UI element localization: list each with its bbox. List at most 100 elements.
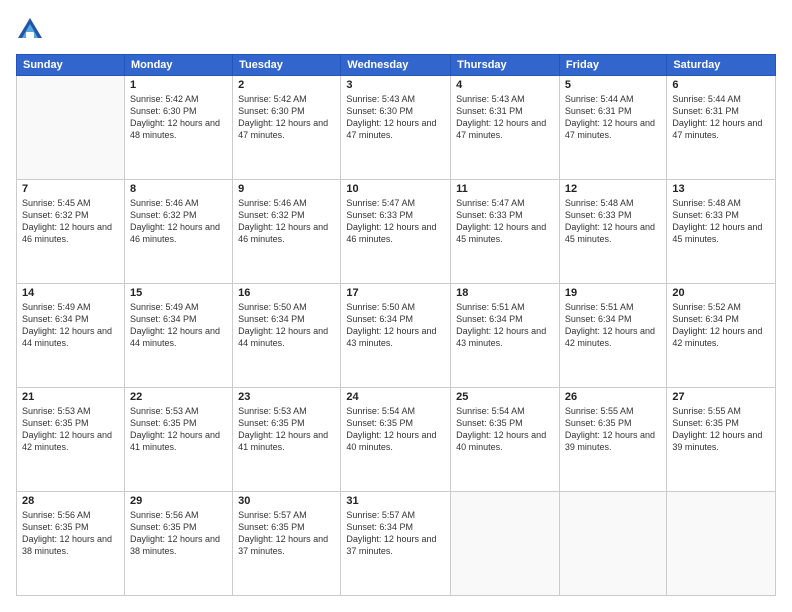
week-row-2: 14 Sunrise: 5:49 AMSunset: 6:34 PMDayligh… <box>17 284 776 388</box>
day-info: Sunrise: 5:47 AMSunset: 6:33 PMDaylight:… <box>456 197 554 246</box>
day-info: Sunrise: 5:57 AMSunset: 6:35 PMDaylight:… <box>238 509 335 558</box>
day-number: 1 <box>130 79 227 91</box>
day-header-wednesday: Wednesday <box>341 55 451 76</box>
day-number: 2 <box>238 79 335 91</box>
day-info: Sunrise: 5:55 AMSunset: 6:35 PMDaylight:… <box>565 405 661 454</box>
day-cell: 7 Sunrise: 5:45 AMSunset: 6:32 PMDaylight… <box>17 180 125 284</box>
day-number: 20 <box>672 287 770 299</box>
day-cell: 12 Sunrise: 5:48 AMSunset: 6:33 PMDayligh… <box>559 180 666 284</box>
day-cell <box>559 492 666 596</box>
day-cell: 5Sunrise: 5:44 AMSunset: 6:31 PMDaylight… <box>559 76 666 180</box>
day-cell: 2Sunrise: 5:42 AMSunset: 6:30 PMDaylight… <box>233 76 341 180</box>
day-cell: 30 Sunrise: 5:57 AMSunset: 6:35 PMDayligh… <box>233 492 341 596</box>
day-cell: 13 Sunrise: 5:48 AMSunset: 6:33 PMDayligh… <box>667 180 776 284</box>
day-cell: 10 Sunrise: 5:47 AMSunset: 6:33 PMDayligh… <box>341 180 451 284</box>
day-cell: 20 Sunrise: 5:52 AMSunset: 6:34 PMDayligh… <box>667 284 776 388</box>
day-number: 22 <box>130 391 227 403</box>
week-row-1: 7 Sunrise: 5:45 AMSunset: 6:32 PMDaylight… <box>17 180 776 284</box>
day-number: 30 <box>238 495 335 507</box>
day-info: Sunrise: 5:56 AMSunset: 6:35 PMDaylight:… <box>130 509 227 558</box>
day-number: 6 <box>672 79 770 91</box>
day-cell: 18 Sunrise: 5:51 AMSunset: 6:34 PMDayligh… <box>451 284 560 388</box>
day-info: Sunrise: 5:44 AMSunset: 6:31 PMDaylight:… <box>565 93 661 142</box>
day-cell: 1 Sunrise: 5:42 AMSunset: 6:30 PMDaylight… <box>124 76 232 180</box>
day-info: Sunrise: 5:43 AMSunset: 6:31 PMDaylight:… <box>456 93 554 142</box>
day-number: 23 <box>238 391 335 403</box>
day-number: 17 <box>346 287 445 299</box>
day-info: Sunrise: 5:54 AMSunset: 6:35 PMDaylight:… <box>456 405 554 454</box>
day-cell: 31Sunrise: 5:57 AMSunset: 6:34 PMDayligh… <box>341 492 451 596</box>
day-info: Sunrise: 5:54 AMSunset: 6:35 PMDaylight:… <box>346 405 445 454</box>
day-info: Sunrise: 5:53 AMSunset: 6:35 PMDaylight:… <box>22 405 119 454</box>
day-info: Sunrise: 5:52 AMSunset: 6:34 PMDaylight:… <box>672 301 770 350</box>
day-cell: 14 Sunrise: 5:49 AMSunset: 6:34 PMDayligh… <box>17 284 125 388</box>
day-number: 28 <box>22 495 119 507</box>
day-cell: 17 Sunrise: 5:50 AMSunset: 6:34 PMDayligh… <box>341 284 451 388</box>
day-cell: 28 Sunrise: 5:56 AMSunset: 6:35 PMDayligh… <box>17 492 125 596</box>
day-number: 7 <box>22 183 119 195</box>
day-info: Sunrise: 5:53 AMSunset: 6:35 PMDaylight:… <box>130 405 227 454</box>
day-number: 12 <box>565 183 661 195</box>
day-cell <box>17 76 125 180</box>
day-number: 15 <box>130 287 227 299</box>
page: SundayMondayTuesdayWednesdayThursdayFrid… <box>0 0 792 612</box>
day-cell: 15 Sunrise: 5:49 AMSunset: 6:34 PMDayligh… <box>124 284 232 388</box>
day-number: 27 <box>672 391 770 403</box>
day-cell <box>667 492 776 596</box>
day-cell: 9 Sunrise: 5:46 AMSunset: 6:32 PMDaylight… <box>233 180 341 284</box>
day-info: Sunrise: 5:46 AMSunset: 6:32 PMDaylight:… <box>238 197 335 246</box>
day-header-thursday: Thursday <box>451 55 560 76</box>
logo <box>16 16 48 44</box>
day-cell: 25 Sunrise: 5:54 AMSunset: 6:35 PMDayligh… <box>451 388 560 492</box>
day-info: Sunrise: 5:48 AMSunset: 6:33 PMDaylight:… <box>565 197 661 246</box>
day-number: 18 <box>456 287 554 299</box>
day-info: Sunrise: 5:51 AMSunset: 6:34 PMDaylight:… <box>565 301 661 350</box>
day-info: Sunrise: 5:47 AMSunset: 6:33 PMDaylight:… <box>346 197 445 246</box>
day-info: Sunrise: 5:43 AMSunset: 6:30 PMDaylight:… <box>346 93 445 142</box>
week-row-0: 1 Sunrise: 5:42 AMSunset: 6:30 PMDaylight… <box>17 76 776 180</box>
day-cell: 26 Sunrise: 5:55 AMSunset: 6:35 PMDayligh… <box>559 388 666 492</box>
day-cell: 22 Sunrise: 5:53 AMSunset: 6:35 PMDayligh… <box>124 388 232 492</box>
header <box>16 16 776 44</box>
day-number: 25 <box>456 391 554 403</box>
day-cell: 16 Sunrise: 5:50 AMSunset: 6:34 PMDayligh… <box>233 284 341 388</box>
day-cell: 6Sunrise: 5:44 AMSunset: 6:31 PMDaylight… <box>667 76 776 180</box>
day-info: Sunrise: 5:49 AMSunset: 6:34 PMDaylight:… <box>130 301 227 350</box>
day-header-saturday: Saturday <box>667 55 776 76</box>
day-info: Sunrise: 5:50 AMSunset: 6:34 PMDaylight:… <box>346 301 445 350</box>
day-header-monday: Monday <box>124 55 232 76</box>
day-info: Sunrise: 5:55 AMSunset: 6:35 PMDaylight:… <box>672 405 770 454</box>
day-info: Sunrise: 5:51 AMSunset: 6:34 PMDaylight:… <box>456 301 554 350</box>
day-info: Sunrise: 5:45 AMSunset: 6:32 PMDaylight:… <box>22 197 119 246</box>
day-number: 26 <box>565 391 661 403</box>
day-number: 21 <box>22 391 119 403</box>
day-info: Sunrise: 5:50 AMSunset: 6:34 PMDaylight:… <box>238 301 335 350</box>
day-number: 16 <box>238 287 335 299</box>
day-number: 13 <box>672 183 770 195</box>
day-cell: 23Sunrise: 5:53 AMSunset: 6:35 PMDayligh… <box>233 388 341 492</box>
header-row: SundayMondayTuesdayWednesdayThursdayFrid… <box>17 55 776 76</box>
day-info: Sunrise: 5:57 AMSunset: 6:34 PMDaylight:… <box>346 509 445 558</box>
day-cell: 21 Sunrise: 5:53 AMSunset: 6:35 PMDayligh… <box>17 388 125 492</box>
day-info: Sunrise: 5:46 AMSunset: 6:32 PMDaylight:… <box>130 197 227 246</box>
week-row-4: 28 Sunrise: 5:56 AMSunset: 6:35 PMDayligh… <box>17 492 776 596</box>
day-number: 3 <box>346 79 445 91</box>
day-cell: 3 Sunrise: 5:43 AMSunset: 6:30 PMDaylight… <box>341 76 451 180</box>
day-number: 9 <box>238 183 335 195</box>
day-info: Sunrise: 5:42 AMSunset: 6:30 PMDaylight:… <box>130 93 227 142</box>
day-number: 4 <box>456 79 554 91</box>
day-cell: 4 Sunrise: 5:43 AMSunset: 6:31 PMDaylight… <box>451 76 560 180</box>
day-cell: 11 Sunrise: 5:47 AMSunset: 6:33 PMDayligh… <box>451 180 560 284</box>
day-info: Sunrise: 5:48 AMSunset: 6:33 PMDaylight:… <box>672 197 770 246</box>
day-number: 11 <box>456 183 554 195</box>
day-cell: 27 Sunrise: 5:55 AMSunset: 6:35 PMDayligh… <box>667 388 776 492</box>
day-info: Sunrise: 5:49 AMSunset: 6:34 PMDaylight:… <box>22 301 119 350</box>
day-cell: 24Sunrise: 5:54 AMSunset: 6:35 PMDayligh… <box>341 388 451 492</box>
day-number: 14 <box>22 287 119 299</box>
day-number: 29 <box>130 495 227 507</box>
day-number: 19 <box>565 287 661 299</box>
day-info: Sunrise: 5:56 AMSunset: 6:35 PMDaylight:… <box>22 509 119 558</box>
logo-icon <box>16 16 44 44</box>
day-number: 10 <box>346 183 445 195</box>
day-header-sunday: Sunday <box>17 55 125 76</box>
